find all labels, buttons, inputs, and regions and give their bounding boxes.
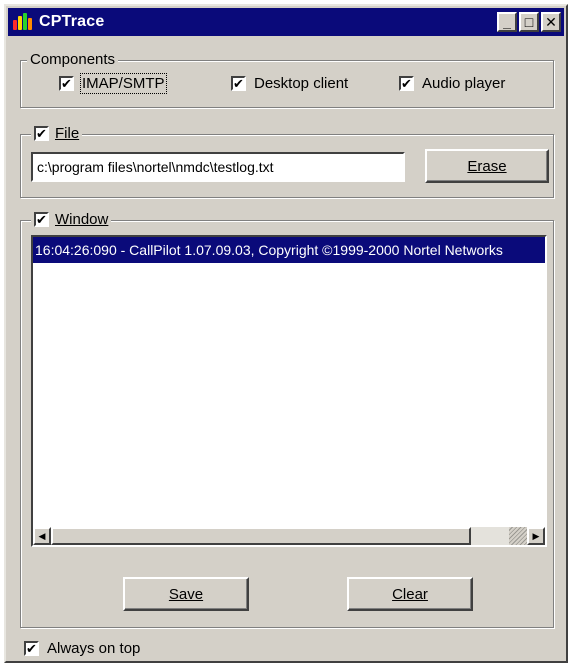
window-title: CPTrace [39, 13, 105, 30]
checkbox-check-icon: ✔ [399, 76, 414, 91]
close-button[interactable]: ✕ [541, 12, 561, 32]
window-group: ✔ Window 16:04:26:090 - CallPilot 1.07.0… [20, 211, 554, 628]
imap-smtp-checkbox[interactable]: ✔ IMAP/SMTP [59, 73, 167, 94]
checkbox-check-icon: ✔ [231, 76, 246, 91]
maximize-icon: □ [524, 14, 534, 30]
audio-player-label: Audio player [422, 75, 506, 92]
window-legend: Window [55, 211, 109, 228]
components-group: Components ✔ IMAP/SMTP ✔ Desktop client … [20, 51, 554, 108]
always-on-top-checkbox[interactable]: ✔ Always on top [24, 640, 140, 657]
cptrace-window: CPTrace _ □ ✕ Components ✔ IMAP/SMTP ✔ D… [4, 4, 568, 663]
audio-player-checkbox[interactable]: ✔ Audio player [399, 75, 505, 92]
save-button[interactable]: Save [123, 577, 249, 611]
scroll-grip [509, 527, 527, 545]
file-path-input[interactable]: c:\program files\nortel\nmdc\testlog.txt [31, 152, 405, 182]
checkbox-check-icon: ✔ [34, 126, 49, 141]
scroll-track[interactable] [51, 527, 509, 545]
erase-button[interactable]: Erase [425, 149, 549, 183]
arrow-right-icon: ▶ [532, 530, 540, 541]
scroll-left-button[interactable]: ◀ [33, 527, 51, 545]
scroll-thumb[interactable] [51, 527, 471, 545]
title-bar[interactable]: CPTrace _ □ ✕ [8, 8, 564, 36]
file-group: ✔ File c:\program files\nortel\nmdc\test… [20, 125, 554, 198]
components-legend: Components [30, 51, 116, 68]
cptrace-app-icon [11, 12, 37, 32]
close-icon: ✕ [545, 14, 557, 30]
imap-smtp-label: IMAP/SMTP [80, 73, 167, 94]
desktop-client-label: Desktop client [254, 75, 349, 92]
maximize-button[interactable]: □ [519, 12, 539, 32]
checkbox-check-icon: ✔ [34, 212, 49, 227]
minimize-button[interactable]: _ [497, 12, 517, 32]
window-checkbox[interactable]: ✔ Window [31, 211, 112, 228]
clear-label: Clear [392, 585, 428, 603]
erase-label: Erase [467, 157, 507, 175]
clear-button[interactable]: Clear [347, 577, 473, 611]
always-on-top-label: Always on top [47, 640, 141, 657]
checkbox-check-icon: ✔ [24, 641, 39, 656]
file-legend: File [55, 125, 80, 142]
log-listbox[interactable]: 16:04:26:090 - CallPilot 1.07.09.03, Cop… [31, 235, 547, 547]
save-label: Save [168, 585, 204, 603]
log-line[interactable]: 16:04:26:090 - CallPilot 1.07.09.03, Cop… [33, 237, 545, 263]
arrow-left-icon: ◀ [38, 530, 46, 541]
desktop-client-checkbox[interactable]: ✔ Desktop client [231, 75, 348, 92]
checkbox-check-icon: ✔ [59, 76, 74, 91]
scroll-right-button[interactable]: ▶ [527, 527, 545, 545]
horizontal-scrollbar[interactable]: ◀ ▶ [33, 527, 545, 545]
minimize-icon: _ [503, 14, 511, 30]
file-checkbox[interactable]: ✔ File [31, 125, 83, 142]
